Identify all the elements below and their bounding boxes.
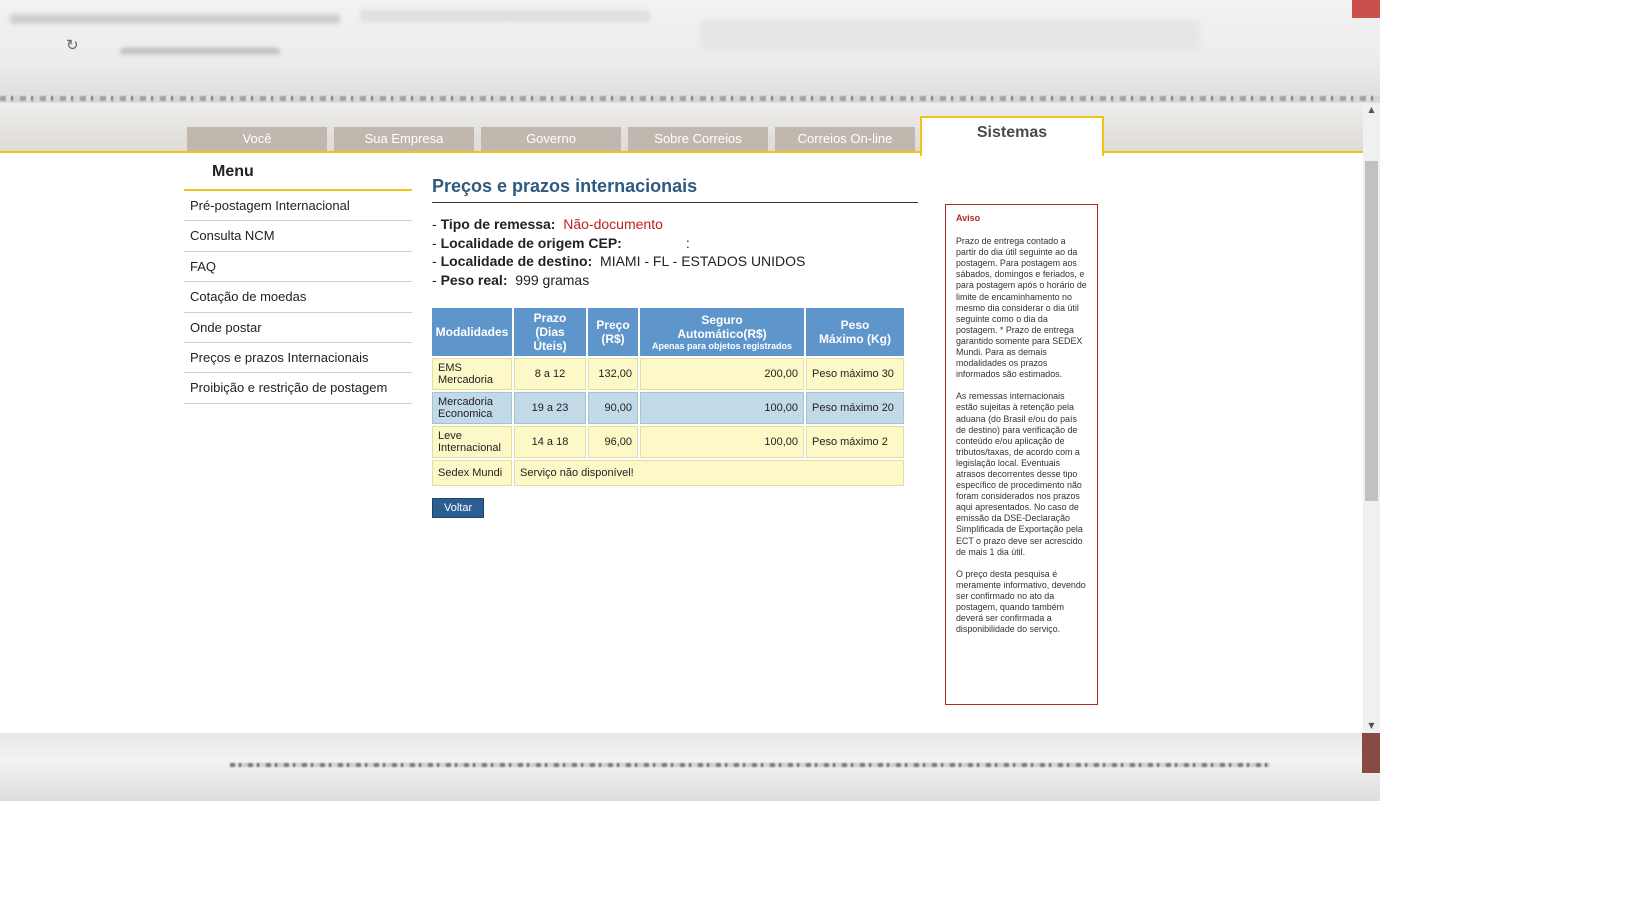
main-content: Preços e prazos internacionais - Tipo de… [432, 176, 918, 518]
header-seguro: Seguro Automático(R$) Apenas para objetos … [640, 308, 804, 356]
scrollbar-thumb[interactable] [1365, 161, 1378, 501]
cell-preco: 132,00 [588, 358, 638, 390]
cell-modalidade: Leve Internacional [432, 426, 512, 458]
info-origem-label: Localidade de origem CEP: [440, 234, 622, 251]
info-origem-value: : [685, 234, 690, 251]
cell-peso: Peso máximo 30 [806, 358, 904, 390]
table-row-sedex: Sedex Mundi Serviço não disponível! [432, 460, 904, 486]
menu-item-faq[interactable]: FAQ [184, 252, 412, 283]
tab-governo[interactable]: Governo [481, 127, 621, 151]
header-preco: Preço (R$) [588, 308, 638, 356]
browser-statusbar-blurred [0, 733, 1380, 801]
header-prazo: Prazo (Dias Úteis) [514, 308, 586, 356]
info-tipo-value: Não-documento [563, 216, 663, 232]
info-destino-value: MIAMI - FL - ESTADOS UNIDOS [600, 253, 806, 269]
table-header-row: Modalidades Prazo (Dias Úteis) Preço (R$) … [432, 308, 904, 356]
tab-sua-empresa[interactable]: Sua Empresa [334, 127, 474, 151]
cell-modalidade: Sedex Mundi [432, 460, 512, 486]
menu-item-consulta-ncm[interactable]: Consulta NCM [184, 221, 412, 252]
tab-sobre-correios[interactable]: Sobre Correios [628, 127, 768, 151]
info-destino-label: Localidade de destino: [440, 253, 593, 269]
info-peso: - Peso real: 999 gramas [432, 271, 590, 288]
table-row: Leve Internacional 14 a 18 96,00 100,00 P… [432, 426, 904, 458]
tab-voce[interactable]: Você [187, 127, 327, 151]
cell-peso: Peso máximo 2 [806, 426, 904, 458]
page-title: Preços e prazos internacionais [432, 176, 918, 203]
notice-paragraph: Prazo de entrega contado a partir do dia… [956, 236, 1087, 380]
reload-icon[interactable]: ↻ [66, 38, 81, 53]
tab-sistemas[interactable]: Sistemas [920, 116, 1104, 156]
menu-title: Menu [184, 153, 412, 191]
sidebar-menu: Menu Pré-postagem Internacional Consulta… [184, 153, 412, 404]
scroll-up-arrow-icon[interactable]: ▲ [1363, 103, 1380, 117]
cell-prazo: 14 a 18 [514, 426, 586, 458]
table-row: EMS Mercadoria 8 a 12 132,00 200,00 Peso … [432, 358, 904, 390]
page-scrollbar[interactable]: ▲ ▼ [1363, 103, 1380, 733]
menu-item-onde-postar[interactable]: Onde postar [184, 313, 412, 343]
header-peso: Peso Máximo (Kg) [806, 308, 904, 356]
notice-paragraph: O preço desta pesquisa é meramente infor… [956, 568, 1086, 635]
info-tipo-remessa: - Tipo de remessa: Não-documento [432, 216, 663, 232]
header-modalidades: Modalidades [432, 308, 512, 356]
cell-seguro: 100,00 [640, 392, 804, 424]
menu-item-pre-postagem[interactable]: Pré-postagem Internacional [184, 191, 412, 222]
site-header: Você Sua Empresa Governo Sobre Correios … [0, 103, 1363, 156]
notice-box: Aviso Prazo de entrega contado a partir … [945, 204, 1098, 705]
info-peso-label: Peso real: [440, 271, 508, 288]
window-close-button[interactable] [1352, 0, 1380, 18]
menu-item-cotacao-moedas[interactable]: Cotação de moedas [184, 282, 412, 313]
notice-paragraph: As remessas internacionais estão sujeita… [956, 391, 1083, 557]
table-row: Mercadoria Economica 19 a 23 90,00 100,00… [432, 392, 904, 424]
scroll-down-arrow-icon[interactable]: ▼ [1363, 719, 1380, 733]
info-tipo-label: Tipo de remessa: [440, 216, 556, 232]
info-destino: - Localidade de destino: MIAMI - FL - ES… [432, 253, 806, 269]
info-peso-value: 999 gramas [515, 271, 590, 288]
back-button[interactable]: Voltar [432, 498, 485, 518]
cell-seguro: 100,00 [640, 426, 804, 458]
cell-seguro: 200,00 [640, 358, 804, 390]
menu-item-precos-prazos[interactable]: Preços e prazos Internacionais [184, 343, 412, 374]
menu-item-proibicao-restricao[interactable]: Proibição e restrição de postagem [184, 373, 412, 404]
cell-preco: 96,00 [588, 426, 638, 458]
cell-unavailable-message: Serviço não disponível! [514, 460, 904, 486]
cell-prazo: 19 a 23 [514, 392, 586, 424]
tab-correios-online[interactable]: Correios On-line [775, 127, 915, 151]
info-origem: - Localidade de origem CEP:: [432, 234, 690, 251]
cell-prazo: 8 a 12 [514, 358, 586, 390]
cell-peso: Peso máximo 20 [806, 392, 904, 424]
cell-preco: 90,00 [588, 392, 638, 424]
rates-table: Modalidades Prazo (Dias Úteis) Preço (R$) … [430, 306, 906, 488]
cell-modalidade: Mercadoria Economica [432, 392, 512, 424]
cell-modalidade: EMS Mercadoria [432, 358, 512, 390]
shipment-info: - Tipo de remessa: Não-documento - Local… [432, 215, 918, 289]
notice-title: Aviso [956, 213, 981, 223]
browser-toolbar-blurred: ↻ [0, 0, 1380, 103]
